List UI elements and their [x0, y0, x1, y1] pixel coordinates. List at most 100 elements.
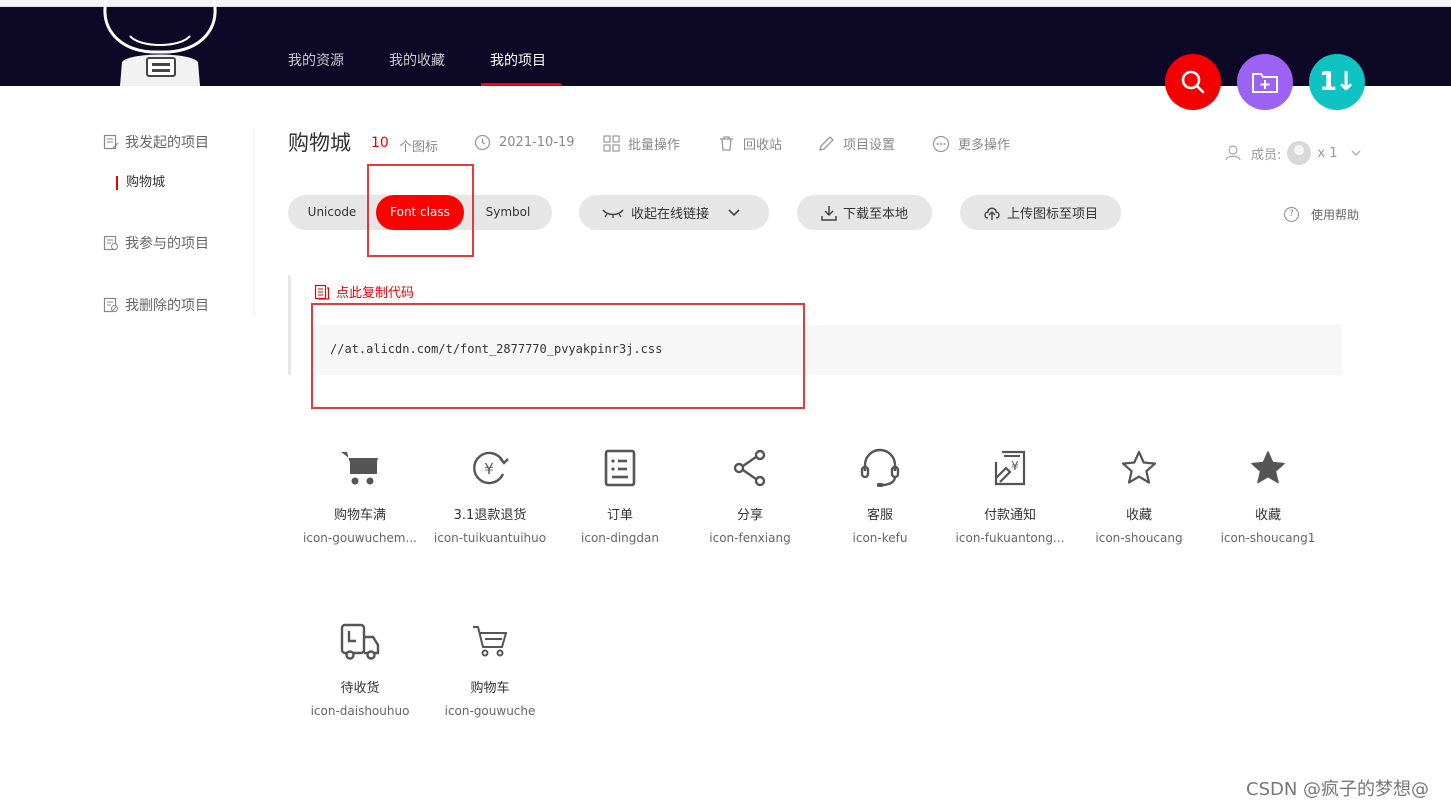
nav-active-indicator	[481, 83, 561, 86]
more-operations-button[interactable]: 更多操作	[932, 134, 1010, 153]
sidebar-subitem-shopping-city[interactable]: 购物城	[116, 176, 165, 190]
icon-class-name: icon-shoucang1	[1220, 531, 1316, 545]
icon-class-name: icon-fenxiang	[709, 531, 791, 545]
settings-label: 项目设置	[843, 138, 896, 153]
svg-text:¥: ¥	[1011, 459, 1019, 473]
icon-card[interactable]: 客服 icon-kefu	[815, 448, 945, 545]
watermark: CSDN @疯子的梦想@	[1246, 779, 1430, 800]
sidebar-item-label: 我发起的项目	[125, 135, 209, 151]
batch-icon	[603, 135, 620, 152]
icon-class-name: icon-daishouhuo	[310, 704, 410, 718]
icon-card[interactable]: 订单 icon-dingdan	[555, 448, 685, 545]
star-outline-icon	[1121, 450, 1157, 484]
icon-card[interactable]: 购物车 icon-gouwuche	[425, 621, 555, 718]
tab-unicode[interactable]: Unicode	[294, 195, 370, 230]
nav-my-favorites[interactable]: 我的收藏	[389, 50, 445, 70]
download-label: 下载至本地	[842, 207, 908, 222]
star-filled-icon	[1251, 451, 1285, 484]
icon-name: 购物车满	[333, 508, 386, 523]
batch-label: 批量操作	[628, 138, 681, 153]
sidebar-item-initiated[interactable]: 我发起的项目	[103, 132, 209, 152]
cloud-upload-icon	[984, 207, 1000, 220]
icon-card[interactable]: 购物车满 icon-gouwuchem...	[295, 448, 425, 545]
add-folder-button[interactable]	[1237, 54, 1293, 110]
recycle-label: 回收站	[743, 138, 783, 153]
icon-name: 订单	[606, 508, 633, 523]
icon-name: 客服	[866, 508, 893, 523]
more-icon	[932, 135, 950, 152]
download-button[interactable]: 下载至本地	[797, 195, 932, 230]
icon-name: 付款通知	[983, 508, 1036, 523]
batch-operation-button[interactable]: 批量操作	[603, 134, 680, 153]
help-icon: ?	[1284, 207, 1299, 222]
page-title: 购物城	[288, 131, 351, 155]
icon-card[interactable]: 收藏 icon-shoucang1	[1203, 448, 1333, 545]
project-date: 2021-10-19	[474, 134, 575, 151]
icon-class-name: icon-kefu	[852, 531, 908, 545]
icon-class-name: icon-fukuantong...	[955, 531, 1065, 545]
collapse-link-button[interactable]: 收起在线链接	[579, 195, 769, 230]
icon-class-name: icon-dingdan	[581, 531, 659, 545]
icon-class-name: icon-tuikuantuihuo	[433, 531, 547, 545]
nav-my-projects[interactable]: 我的项目	[490, 50, 546, 70]
icon-class-name: icon-gouwuche	[444, 704, 536, 718]
icon-count: 10	[371, 135, 389, 151]
refund-icon: ¥	[473, 451, 509, 485]
sidebar-item-deleted[interactable]: 我删除的项目	[103, 295, 209, 315]
avatar	[1287, 141, 1312, 165]
icon-card[interactable]: 待收货 icon-daishouhuo	[295, 621, 425, 718]
collapse-link-label: 收起在线链接	[630, 207, 709, 222]
icon-card[interactable]: ¥ 3.1退款退货 icon-tuikuantuihuo	[425, 448, 555, 545]
project-join-icon	[103, 235, 118, 251]
members-dropdown[interactable]: 成员: x 1	[1225, 141, 1362, 165]
project-settings-button[interactable]: 项目设置	[818, 134, 895, 153]
help-link[interactable]: ? 使用帮助	[1284, 206, 1359, 223]
upload-button[interactable]: 上传图标至项目	[960, 195, 1121, 230]
icon-card[interactable]: 收藏 icon-shoucang	[1074, 448, 1204, 545]
recycle-bin-button[interactable]: 回收站	[718, 134, 782, 153]
tab-symbol[interactable]: Symbol	[470, 195, 546, 230]
svg-text:¥: ¥	[484, 460, 494, 478]
search-icon	[1181, 70, 1205, 94]
sort-button[interactable]: 1↓	[1309, 54, 1365, 110]
order-icon	[604, 449, 636, 487]
cart-icon	[473, 626, 508, 657]
eye-closed-icon	[602, 208, 624, 218]
icon-name: 分享	[736, 508, 763, 523]
cart-full-icon	[341, 452, 378, 485]
download-icon	[821, 205, 837, 221]
copy-code-link[interactable]: 点此复制代码	[314, 282, 414, 301]
user-icon	[1225, 145, 1241, 161]
icon-name: 购物车	[470, 681, 510, 696]
icon-card[interactable]: ¥ 付款通知 icon-fukuantong...	[945, 448, 1075, 545]
sidebar-item-label: 我删除的项目	[125, 298, 209, 314]
add-folder-icon	[1252, 73, 1278, 93]
icon-name: 收藏	[1254, 508, 1281, 523]
clock-icon	[474, 134, 491, 151]
members-count: x 1	[1317, 145, 1338, 161]
pencil-icon	[819, 136, 834, 151]
upload-label: 上传图标至项目	[1006, 207, 1098, 222]
mascot-logo	[100, 0, 220, 86]
members-label: 成员:	[1251, 147, 1282, 163]
help-label: 使用帮助	[1311, 208, 1360, 222]
trash-icon	[720, 136, 733, 151]
copy-icon	[314, 284, 330, 300]
icon-class-name: icon-gouwuchem...	[303, 531, 417, 545]
date-text: 2021-10-19	[499, 135, 575, 150]
payment-notice-icon: ¥	[994, 450, 1026, 486]
search-button[interactable]	[1165, 54, 1221, 110]
icon-card[interactable]: 分享 icon-fenxiang	[685, 448, 815, 545]
project-icon	[103, 134, 119, 150]
chevron-down-icon	[1351, 150, 1360, 156]
sort-icon: 1↓	[1319, 67, 1357, 97]
icon-count-label: 个图标	[399, 140, 439, 155]
annotation-box-css-link	[311, 303, 805, 409]
delivery-truck-icon	[340, 623, 380, 660]
sidebar-item-participated[interactable]: 我参与的项目	[103, 233, 209, 253]
icon-class-name: icon-shoucang	[1095, 531, 1183, 545]
icon-name: 3.1退款退货	[453, 508, 527, 523]
annotation-box-font-class	[367, 164, 474, 257]
sidebar-item-label: 我参与的项目	[125, 236, 209, 252]
nav-my-resources[interactable]: 我的资源	[288, 50, 344, 70]
